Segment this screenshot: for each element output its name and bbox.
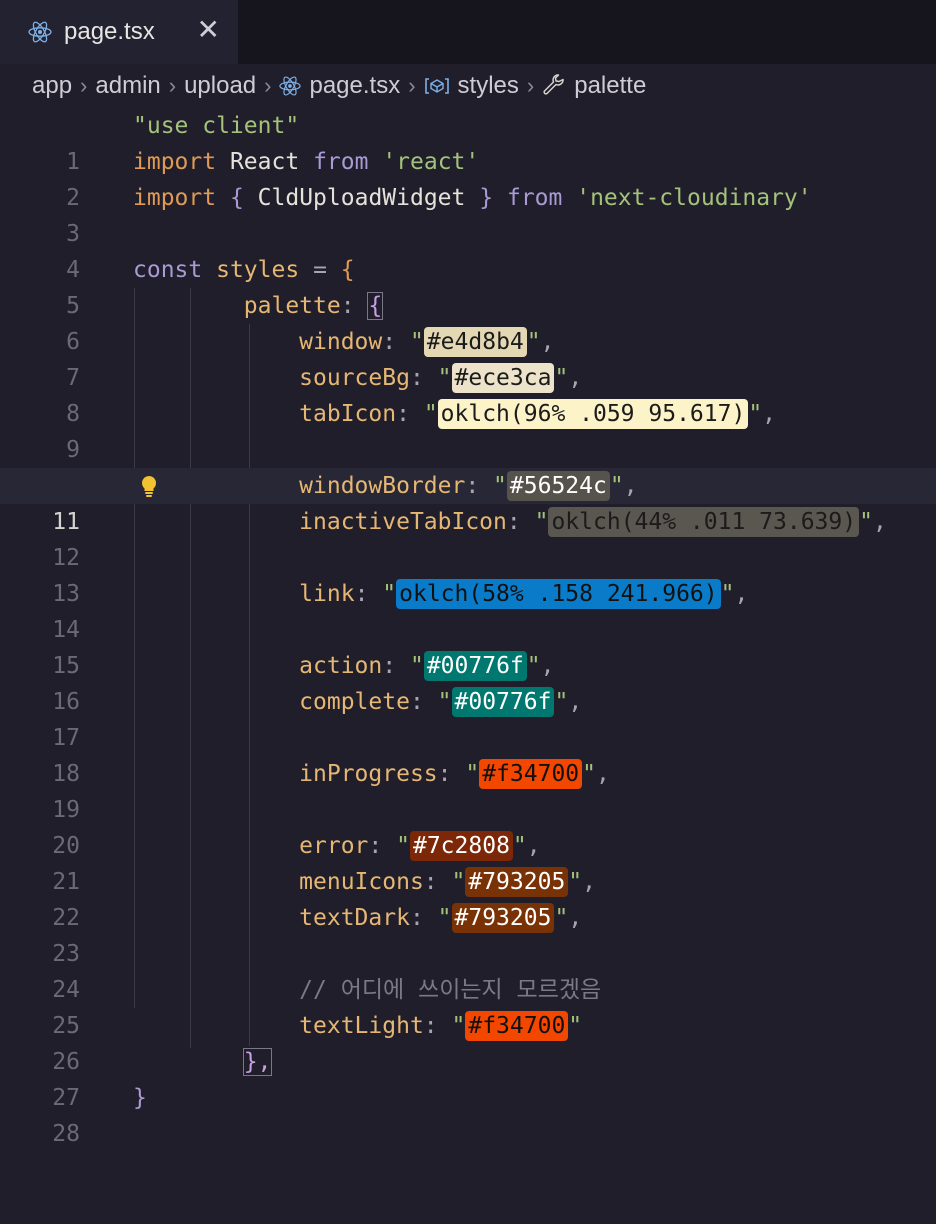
color-swatch[interactable]: #7c2808: [409, 831, 513, 861]
chevron-right-icon: ›: [168, 73, 177, 98]
breadcrumb-item-styles[interactable]: styles: [458, 72, 519, 100]
variable-icon: [424, 78, 449, 94]
code-line: 8 sourceBg: " #ece3ca ",: [66, 363, 583, 427]
code-line: 12 inactiveTabIcon: " oklch(44% .011 73.6…: [52, 507, 887, 571]
code-line: 22 menuIcons: " #793205 ",: [52, 867, 597, 931]
code-line: 28 }: [52, 1085, 147, 1147]
code-line: 14 link: " oklch(58% .158 241.966) ",: [52, 579, 749, 643]
color-swatch[interactable]: #f34700: [479, 759, 583, 789]
code-line: 6 palette: {: [66, 292, 384, 355]
code-line: 1 "use client": [66, 113, 300, 175]
react-icon: [279, 76, 302, 96]
color-swatch[interactable]: #00776f: [423, 651, 527, 681]
color-swatch[interactable]: #56524c: [506, 471, 610, 501]
code-line: 13: [52, 581, 80, 607]
tab-bar: page.tsx ✕: [0, 0, 936, 64]
code-line: 20: [52, 833, 80, 859]
code-line-current: 11 windowBorder: " #56524c ",: [0, 468, 936, 535]
code-line: 5 const styles = {: [66, 257, 355, 319]
code-line: 21 error: " #7c2808 ",: [52, 831, 541, 895]
code-line: 10: [0, 432, 936, 499]
code-line: 2 import React from 'react': [66, 149, 480, 211]
react-icon: [28, 21, 52, 43]
color-swatch[interactable]: oklch(58% .158 241.966): [396, 579, 721, 609]
code-line: 16 action: " #00776f ",: [52, 651, 555, 715]
code-line: 23 textDark: " #793205 ",: [52, 903, 583, 967]
code-line: 15: [52, 653, 80, 679]
code-line: 9 tabIcon: " oklch(96% .059 95.617) ",: [66, 399, 777, 463]
code-line: 26 textLight: " #f34700 ": [52, 1011, 583, 1075]
code-line: 25 // 어디에 쓰이는지 모르겠음: [52, 977, 602, 1039]
color-swatch[interactable]: #793205: [451, 903, 555, 933]
color-swatch[interactable]: #e4d8b4: [423, 327, 527, 357]
tab-label: page.tsx: [64, 18, 155, 45]
code-line: 18: [52, 761, 80, 787]
code-line: 17 complete: " #00776f ",: [52, 687, 583, 751]
breadcrumb-item-page-tsx[interactable]: page.tsx: [309, 72, 400, 100]
code-line: 7 window: " #e4d8b4 ",: [66, 327, 555, 391]
code-line: 4: [66, 257, 80, 283]
chevron-right-icon: ›: [80, 73, 88, 98]
code-line: 3 import { CldUploadWidget } from 'next-…: [66, 185, 812, 247]
code-comment: // 어디에 쓰이는지 모르겠음: [299, 977, 602, 1003]
chevron-right-icon: ›: [264, 73, 272, 98]
code-line: 24: [52, 977, 80, 1003]
breadcrumb-item-palette[interactable]: palette: [574, 72, 646, 100]
tab-page-tsx[interactable]: page.tsx ✕: [0, 0, 238, 64]
chevron-right-icon: ›: [408, 73, 416, 98]
breadcrumb-item-app[interactable]: app: [32, 72, 72, 100]
close-icon[interactable]: ✕: [197, 16, 220, 44]
code-line: 27 },: [52, 1048, 273, 1111]
breadcrumb-item-admin[interactable]: admin: [95, 72, 160, 100]
code-line: 19 inProgress: " #f34700 ",: [52, 759, 610, 823]
wrench-icon: [543, 74, 564, 95]
breadcrumb: app › admin › upload › page.tsx › styles…: [0, 64, 936, 108]
color-swatch[interactable]: oklch(44% .011 73.639): [548, 507, 860, 537]
color-swatch[interactable]: #ece3ca: [451, 363, 555, 393]
color-swatch[interactable]: oklch(96% .059 95.617): [437, 399, 749, 429]
color-swatch[interactable]: #00776f: [451, 687, 555, 717]
breadcrumb-item-upload[interactable]: upload: [184, 72, 256, 100]
color-swatch[interactable]: #793205: [465, 867, 569, 897]
chevron-right-icon: ›: [526, 73, 535, 98]
color-swatch[interactable]: #f34700: [465, 1011, 569, 1041]
